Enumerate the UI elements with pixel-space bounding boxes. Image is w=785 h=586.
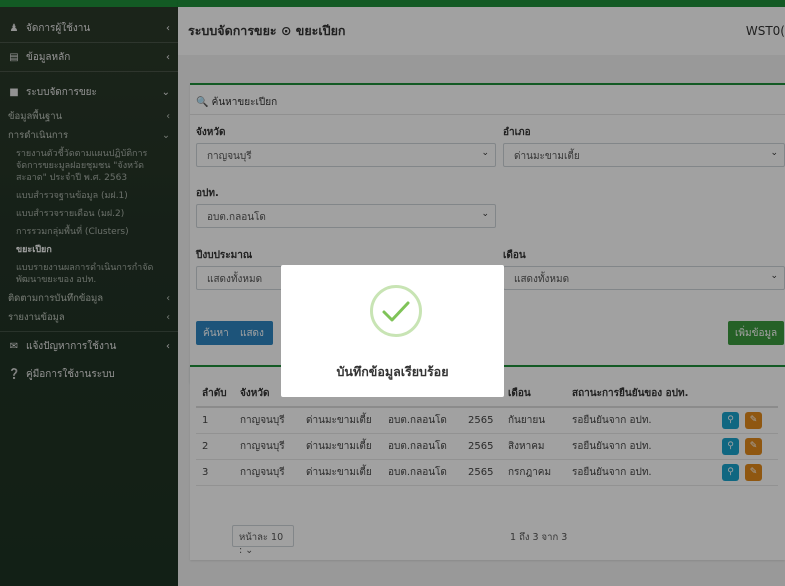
check-icon	[382, 301, 410, 322]
success-circle	[370, 285, 422, 337]
success-modal: บันทึกข้อมูลเรียบร้อย	[281, 265, 504, 397]
modal-message: บันทึกข้อมูลเรียบร้อย	[336, 364, 449, 379]
